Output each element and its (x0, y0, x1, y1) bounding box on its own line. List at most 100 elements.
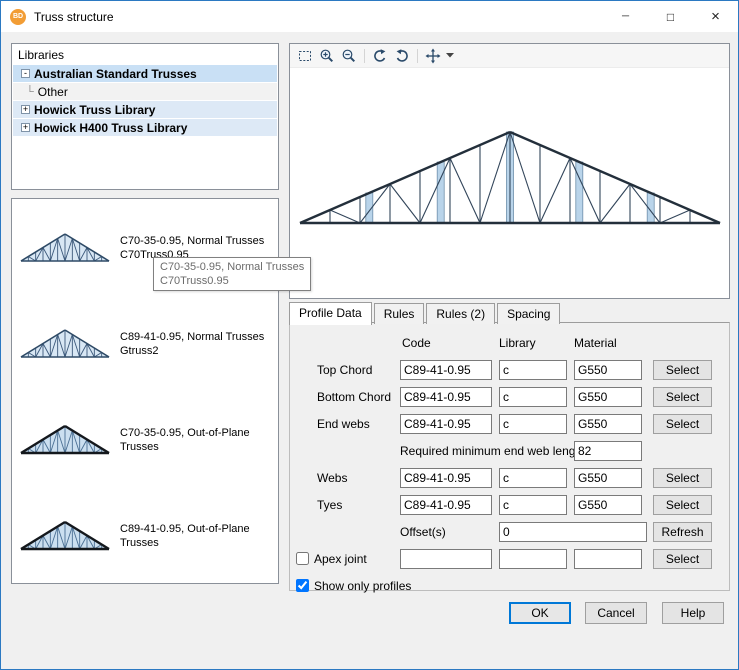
column-header-code: Code (402, 336, 431, 350)
apex-material-input[interactable] (574, 549, 642, 569)
tree-item-howick-truss-library[interactable]: + Howick Truss Library (13, 101, 277, 118)
tyes-material-input[interactable] (574, 495, 642, 515)
end-webs-label: End webs (317, 414, 370, 434)
end-webs-material-input[interactable] (574, 414, 642, 434)
truss-preview-drawing (298, 130, 722, 226)
end-webs-library-input[interactable] (499, 414, 567, 434)
top-chord-material-input[interactable] (574, 360, 642, 380)
toolbar-separator (417, 49, 418, 63)
window-title: Truss structure (34, 10, 114, 24)
end-webs-select-button[interactable]: Select (653, 414, 712, 434)
truss-item-subname: Gtruss2 (120, 344, 264, 358)
top-chord-library-input[interactable] (499, 360, 567, 380)
rotate-cw-icon[interactable] (369, 46, 391, 66)
expand-icon[interactable]: + (21, 123, 30, 132)
preview-toolbar (290, 44, 729, 68)
top-chord-select-button[interactable]: Select (653, 360, 712, 380)
end-web-length-input[interactable] (574, 441, 642, 461)
cancel-button[interactable]: Cancel (585, 602, 647, 624)
truss-item-name: C70-35-0.95, Normal Trusses (120, 234, 264, 248)
bottom-chord-label: Bottom Chord (317, 387, 391, 407)
top-chord-label: Top Chord (317, 360, 372, 380)
minimize-button[interactable]: ─ (603, 1, 648, 32)
show-only-profiles-checkbox[interactable] (296, 579, 309, 592)
truss-item-subname: Trusses (120, 440, 250, 454)
apex-joint-label: Apex joint (314, 549, 367, 569)
ok-button[interactable]: OK (509, 602, 571, 624)
truss-thumbnail (19, 424, 111, 456)
tab-rules-2[interactable]: Rules (2) (426, 303, 495, 324)
app-icon: BD (10, 9, 26, 25)
close-button[interactable]: × (693, 1, 738, 32)
tyes-library-input[interactable] (499, 495, 567, 515)
rotate-ccw-icon[interactable] (391, 46, 413, 66)
tab-rules[interactable]: Rules (374, 303, 425, 324)
truss-item-name: C70-35-0.95, Out-of-Plane (120, 426, 250, 440)
webs-library-input[interactable] (499, 468, 567, 488)
tyes-code-input[interactable] (400, 495, 492, 515)
zoom-out-icon[interactable] (338, 46, 360, 66)
tab-profile-data[interactable]: Profile Data (289, 302, 372, 325)
truss-preview-pane[interactable] (289, 43, 730, 299)
apex-select-button[interactable]: Select (653, 549, 712, 569)
tree-item-label: Howick H400 Truss Library (34, 121, 187, 135)
apex-library-input[interactable] (499, 549, 567, 569)
tooltip-line1: C70-35-0.95, Normal Trusses (160, 260, 304, 274)
truss-item-name: C89-41-0.95, Out-of-Plane (120, 522, 250, 536)
truss-thumbnail (19, 328, 111, 360)
truss-list-item-c70-out-of-plane[interactable]: C70-35-0.95, Out-of-Plane Trusses (13, 393, 277, 487)
show-only-profiles-label: Show only profiles (314, 576, 411, 596)
column-header-material: Material (574, 336, 617, 350)
end-webs-code-input[interactable] (400, 414, 492, 434)
top-chord-code-input[interactable] (400, 360, 492, 380)
offset-input[interactable] (499, 522, 647, 542)
truss-thumbnail (19, 520, 111, 552)
pan-icon[interactable] (422, 46, 444, 66)
truss-item-name: C89-41-0.95, Normal Trusses (120, 330, 264, 344)
zoom-window-icon[interactable] (294, 46, 316, 66)
webs-label: Webs (317, 468, 347, 488)
truss-item-subname: Trusses (120, 536, 250, 550)
tyes-select-button[interactable]: Select (653, 495, 712, 515)
truss-list-item-c89-normal[interactable]: C89-41-0.95, Normal Trusses Gtruss2 (13, 297, 277, 391)
tree-item-label: Howick Truss Library (34, 103, 155, 117)
tree-item-label: Other (38, 85, 68, 99)
apex-code-input[interactable] (400, 549, 492, 569)
tree-branch-icon: └ (26, 86, 34, 98)
column-header-library: Library (499, 336, 536, 350)
expand-icon[interactable]: + (21, 105, 30, 114)
end-web-length-label: Required minimum end web length (400, 441, 585, 461)
titlebar: BD Truss structure ─ □ × (1, 1, 738, 32)
truss-list-panel: C70-35-0.95, Normal Trusses C70Truss0.95… (11, 198, 279, 584)
truss-tooltip: C70-35-0.95, Normal Trusses C70Truss0.95 (153, 257, 311, 291)
tab-spacing[interactable]: Spacing (497, 303, 560, 324)
maximize-button[interactable]: □ (648, 1, 693, 32)
profile-data-page: Code Library Material Top Chord Select B… (289, 322, 730, 591)
toolbar-separator (364, 49, 365, 63)
bottom-chord-code-input[interactable] (400, 387, 492, 407)
collapse-icon[interactable]: - (21, 69, 30, 78)
truss-thumbnail (19, 232, 111, 264)
dropdown-caret-icon[interactable] (444, 46, 456, 66)
offset-label: Offset(s) (400, 522, 446, 542)
bottom-chord-library-input[interactable] (499, 387, 567, 407)
bottom-chord-material-input[interactable] (574, 387, 642, 407)
webs-material-input[interactable] (574, 468, 642, 488)
profile-tabs: Profile Data Rules Rules (2) Spacing (289, 301, 562, 324)
zoom-in-icon[interactable] (316, 46, 338, 66)
tree-item-howick-h400-truss-library[interactable]: + Howick H400 Truss Library (13, 119, 277, 136)
webs-select-button[interactable]: Select (653, 468, 712, 488)
apex-joint-checkbox[interactable] (296, 552, 309, 565)
bottom-chord-select-button[interactable]: Select (653, 387, 712, 407)
tyes-label: Tyes (317, 495, 342, 515)
tree-item-australian-standard-trusses[interactable]: - Australian Standard Trusses (13, 65, 277, 82)
webs-code-input[interactable] (400, 468, 492, 488)
tree-item-label: Australian Standard Trusses (34, 67, 197, 81)
refresh-button[interactable]: Refresh (653, 522, 712, 542)
help-button[interactable]: Help (662, 602, 724, 624)
tree-item-other[interactable]: └ Other (13, 83, 277, 100)
truss-structure-dialog: BD Truss structure ─ □ × Libraries - Aus… (0, 0, 739, 670)
tooltip-line2: C70Truss0.95 (160, 274, 304, 288)
libraries-panel: Libraries - Australian Standard Trusses … (11, 43, 279, 190)
truss-list-item-c89-out-of-plane[interactable]: C89-41-0.95, Out-of-Plane Trusses (13, 489, 277, 583)
